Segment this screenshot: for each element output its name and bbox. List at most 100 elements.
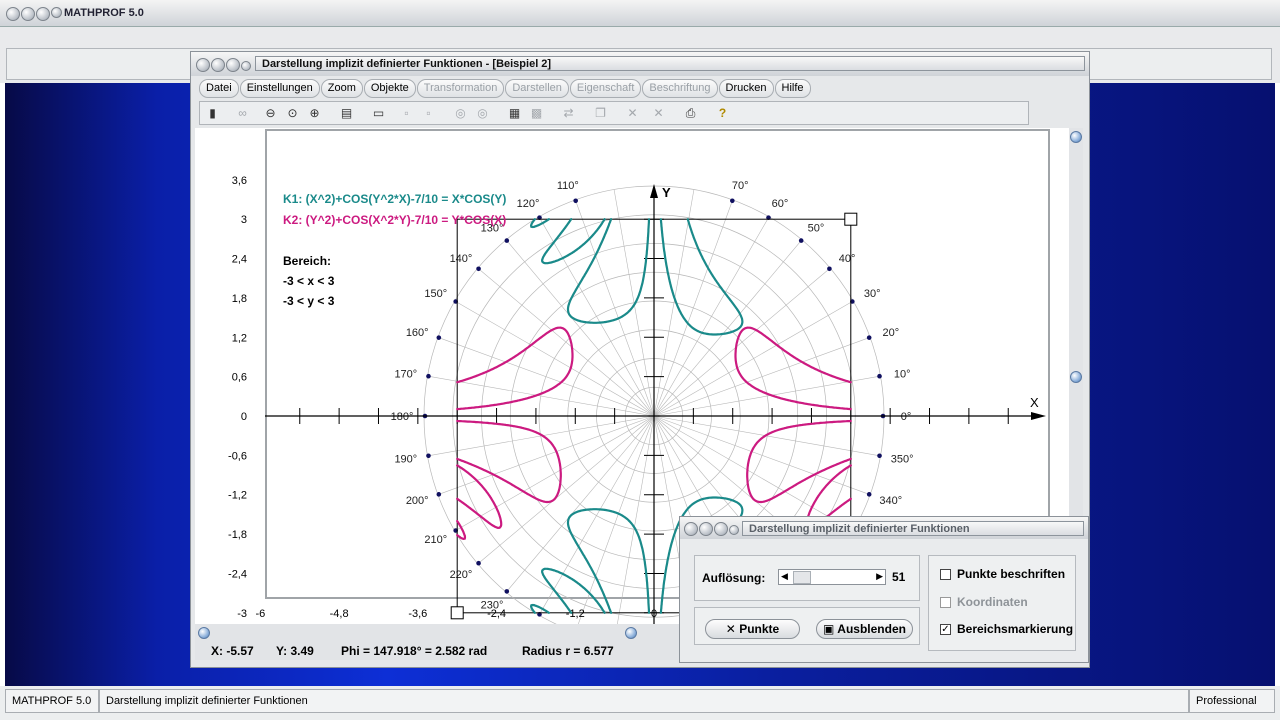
menu-hilfe[interactable]: Hilfe xyxy=(774,79,811,98)
polar-grid-ray xyxy=(653,337,871,417)
hscroll-left-button[interactable] xyxy=(198,627,210,639)
window-close-button[interactable] xyxy=(196,58,210,72)
angle-label: 150° xyxy=(424,288,447,300)
checkbox-bereichsmarkierung[interactable]: ✓ xyxy=(940,624,951,635)
window-icon[interactable]: ▭ xyxy=(370,105,387,121)
angle-label: 220° xyxy=(450,569,473,581)
window-menu-icon[interactable] xyxy=(241,61,251,71)
x-axis-arrow xyxy=(1031,412,1046,420)
resolution-slider[interactable]: ◀ ▶ xyxy=(778,569,886,585)
legend-k1: K1: (X^2)+COS(Y^2*X)-7/10 = X*COS(Y) xyxy=(283,192,506,206)
angle-label: 350° xyxy=(891,454,914,466)
polar-grid-ray xyxy=(653,267,831,417)
angle-marker-point xyxy=(436,492,442,497)
frame-icon[interactable]: ▫ xyxy=(398,105,415,121)
polar-grid-ray xyxy=(575,199,655,417)
menu-eigenschaft[interactable]: Eigenschaft xyxy=(569,79,642,98)
polar-grid-ray xyxy=(454,415,655,532)
angle-marker-point xyxy=(827,266,832,272)
angle-marker-point xyxy=(877,453,882,459)
angle-label: 160° xyxy=(406,327,429,339)
range-y: -3 < y < 3 xyxy=(283,294,335,308)
panel-maximize-button[interactable] xyxy=(714,522,728,536)
app-maximize-button[interactable] xyxy=(36,7,50,21)
points-button-label: Punkte xyxy=(739,622,780,636)
status-edition: Professional xyxy=(1189,689,1275,713)
panel-close-button[interactable] xyxy=(684,522,698,536)
angle-label: 10° xyxy=(894,368,911,380)
print-icon[interactable]: ⎙ xyxy=(682,105,699,121)
menu-drucken[interactable]: Drucken xyxy=(718,79,774,98)
zoom-reset-icon[interactable]: ⊙ xyxy=(284,105,301,121)
menu-transformation[interactable]: Transformation xyxy=(416,79,505,98)
menu-beschriftung[interactable]: Beschriftung xyxy=(642,79,718,98)
panel-titlebar: Darstellung implizit definierter Funktio… xyxy=(680,517,1088,539)
menu-darstellen[interactable]: Darstellen xyxy=(505,79,569,98)
app-minimize-button[interactable] xyxy=(21,7,35,21)
menu-objekte[interactable]: Objekte xyxy=(363,79,416,98)
main-window-titlebar: Darstellung implizit definierter Funktio… xyxy=(191,52,1089,76)
properties-icon[interactable]: ▤ xyxy=(338,105,355,121)
hide-button-label: Ausblenden xyxy=(837,622,906,636)
menu-datei[interactable]: Datei xyxy=(199,79,239,98)
x-tick-label: -2,4 xyxy=(487,608,506,620)
slider-right-arrow-icon[interactable]: ▶ xyxy=(876,571,883,582)
y-tick-label: 3 xyxy=(241,214,247,226)
help-icon[interactable]: ? xyxy=(714,105,731,121)
hide-button[interactable]: ▣ Ausblenden xyxy=(816,619,913,639)
image-icon[interactable]: ▩ xyxy=(528,105,545,121)
menu-zoom[interactable]: Zoom xyxy=(320,79,363,98)
vscroll-top-button[interactable] xyxy=(1070,131,1082,143)
y-tick-label: -1,2 xyxy=(228,490,247,502)
vscroll-thumb[interactable] xyxy=(1070,371,1082,383)
cross2-icon[interactable]: ✕ xyxy=(650,105,667,121)
frame2-icon[interactable]: ▫ xyxy=(420,105,437,121)
app-menu-icon[interactable] xyxy=(51,7,62,18)
glasses-icon[interactable]: ∞ xyxy=(234,105,251,121)
window-maximize-button[interactable] xyxy=(226,58,240,72)
panel-menu-icon[interactable] xyxy=(729,525,739,535)
export-icon[interactable]: ⇄ xyxy=(560,105,577,121)
angle-label: 180° xyxy=(391,411,414,423)
checkbox-koordinaten[interactable] xyxy=(940,597,951,608)
checkbox-punkte-beschriften-label: Punkte beschriften xyxy=(957,567,1066,581)
angle-label: 170° xyxy=(394,368,417,380)
zoom-out-icon[interactable]: ⊖ xyxy=(262,105,279,121)
polar-grid-ray xyxy=(505,239,655,417)
slider-left-arrow-icon[interactable]: ◀ xyxy=(781,571,788,582)
angle-label: 140° xyxy=(450,253,473,265)
record-icon[interactable]: ◎ xyxy=(452,105,469,121)
main-window-title: Darstellung implizit definierter Funktio… xyxy=(255,56,1085,71)
cross-icon: ✕ xyxy=(725,622,736,636)
coord-radius: Radius r = 6.577 xyxy=(522,644,614,658)
calculator-icon[interactable]: ▮ xyxy=(204,105,221,121)
app-close-button[interactable] xyxy=(6,7,20,21)
angle-marker-point xyxy=(476,560,481,566)
panel-minimize-button[interactable] xyxy=(699,522,713,536)
panel-title: Darstellung implizit definierter Funktio… xyxy=(742,521,1084,536)
zoom-in-icon[interactable]: ⊕ xyxy=(306,105,323,121)
hscroll-thumb[interactable] xyxy=(625,627,637,639)
polar-grid-ray xyxy=(653,239,803,417)
y-tick-label: -2,4 xyxy=(228,568,247,580)
cross-icon[interactable]: ✕ xyxy=(624,105,641,121)
legend-k2: K2: (Y^2)+COS(X^2*Y)-7/10 = Y*COS(X) xyxy=(283,213,506,227)
copy-icon[interactable]: ❐ xyxy=(592,105,609,121)
angle-label: 190° xyxy=(394,454,417,466)
grid-icon[interactable]: ▦ xyxy=(506,105,523,121)
record2-icon[interactable]: ◎ xyxy=(474,105,491,121)
hide-icon: ▣ xyxy=(823,622,835,636)
status-module: Darstellung implizit definierter Funktio… xyxy=(99,689,1189,713)
polar-grid-ray xyxy=(577,415,655,624)
points-button[interactable]: ✕ Punkte xyxy=(705,619,800,639)
angle-label: 110° xyxy=(557,180,579,192)
menu-einstellungen[interactable]: Einstellungen xyxy=(239,79,320,98)
polar-grid-ray xyxy=(538,415,655,616)
angle-marker-point xyxy=(877,373,882,379)
y-tick-label: 3,6 xyxy=(232,175,247,187)
checkbox-punkte-beschriften[interactable] xyxy=(940,569,951,580)
x-tick-label: 0 xyxy=(651,608,657,620)
region-handle-top-right xyxy=(844,212,858,226)
slider-thumb[interactable] xyxy=(793,571,811,584)
window-minimize-button[interactable] xyxy=(211,58,225,72)
